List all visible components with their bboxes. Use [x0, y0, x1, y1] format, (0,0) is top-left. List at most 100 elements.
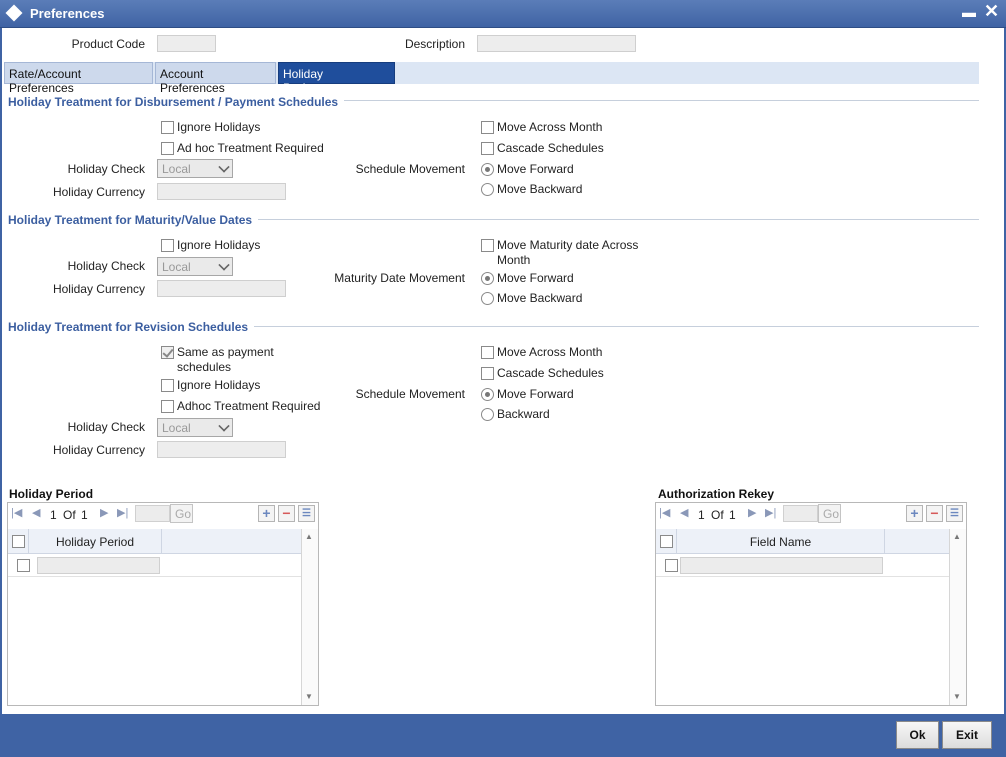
field-name-column-header[interactable]: Field Name [677, 529, 885, 554]
last-page-icon[interactable]: ▶| [117, 506, 128, 519]
rev-move-across-month-label: Move Across Month [497, 345, 603, 359]
holiday-period-column-header[interactable]: Holiday Period [29, 529, 162, 554]
exit-button[interactable]: Exit [942, 721, 992, 749]
page-total: 1 [81, 508, 88, 522]
mat-maturity-movement-label: Maturity Date Movement [334, 271, 465, 285]
disb-cascade-schedules-label: Cascade Schedules [497, 141, 604, 155]
mat-ignore-holidays-label: Ignore Holidays [177, 238, 261, 252]
rev-ignore-holidays-checkbox[interactable] [161, 379, 174, 392]
product-code-label: Product Code [71, 37, 145, 51]
disb-holiday-check-select[interactable]: Local [157, 159, 233, 178]
row-select-checkbox[interactable] [665, 559, 678, 572]
vertical-scrollbar[interactable] [301, 529, 318, 705]
row-select-checkbox[interactable] [17, 559, 30, 572]
page-jump-input[interactable] [135, 505, 170, 522]
disb-ignore-holidays-label: Ignore Holidays [177, 120, 261, 134]
rev-holiday-check-value: Local [162, 421, 191, 435]
tab-rate-account-preferences[interactable]: Rate/Account Preferences [4, 62, 153, 95]
revision-section-title: Holiday Treatment for Revision Schedules [8, 320, 255, 334]
page-number: 1 [50, 508, 57, 522]
disb-move-backward-radio[interactable] [481, 183, 494, 196]
disb-holiday-check-label: Holiday Check [67, 162, 145, 176]
scroll-up-icon[interactable]: ▲ [953, 532, 961, 541]
mat-move-forward-radio[interactable] [481, 272, 494, 285]
product-code-field[interactable] [157, 35, 216, 52]
minimize-icon[interactable]: ▬ [962, 4, 976, 20]
description-field[interactable] [477, 35, 636, 52]
page-total: 1 [729, 508, 736, 522]
disb-schedule-movement-label: Schedule Movement [355, 162, 465, 176]
mat-move-maturity-label-line2: Month [497, 253, 531, 267]
scroll-up-icon[interactable]: ▲ [305, 532, 313, 541]
go-button[interactable]: Go [818, 504, 841, 523]
add-row-icon[interactable]: + [906, 505, 923, 522]
of-label: Of [711, 508, 724, 522]
prev-page-icon[interactable]: ◀ [32, 506, 40, 519]
rev-same-as-payment-checkbox[interactable] [161, 346, 174, 359]
mat-move-backward-radio[interactable] [481, 292, 494, 305]
rev-ignore-holidays-label: Ignore Holidays [177, 378, 261, 392]
rev-backward-radio[interactable] [481, 408, 494, 421]
next-page-icon[interactable]: ▶ [748, 506, 756, 519]
title-bar: Preferences ▬ ✕ [0, 0, 1006, 28]
holiday-period-cell-input[interactable] [37, 557, 160, 574]
disb-adhoc-checkbox[interactable] [161, 142, 174, 155]
go-button[interactable]: Go [170, 504, 193, 523]
disb-move-across-month-checkbox[interactable] [481, 121, 494, 134]
rev-move-forward-radio[interactable] [481, 388, 494, 401]
mat-ignore-holidays-checkbox[interactable] [161, 239, 174, 252]
of-label: Of [63, 508, 76, 522]
chevron-down-icon [218, 420, 230, 432]
mat-holiday-check-value: Local [162, 260, 191, 274]
close-icon[interactable]: ✕ [984, 1, 999, 22]
rev-same-as-payment-label-line1: Same as payment [177, 345, 274, 359]
mat-holiday-currency-field[interactable] [157, 280, 286, 297]
maturity-section-title: Holiday Treatment for Maturity/Value Dat… [8, 213, 259, 227]
rev-holiday-check-select[interactable]: Local [157, 418, 233, 437]
mat-holiday-check-label: Holiday Check [67, 259, 145, 273]
disb-move-forward-radio[interactable] [481, 163, 494, 176]
single-view-icon[interactable]: ☰ [946, 505, 963, 522]
page-jump-input[interactable] [783, 505, 818, 522]
rev-move-forward-label: Move Forward [497, 387, 574, 401]
prev-page-icon[interactable]: ◀ [680, 506, 688, 519]
first-page-icon[interactable]: |◀ [11, 506, 22, 519]
select-all-checkbox[interactable] [660, 535, 673, 548]
rev-backward-label: Backward [497, 407, 550, 421]
first-page-icon[interactable]: |◀ [659, 506, 670, 519]
disb-holiday-currency-field[interactable] [157, 183, 286, 200]
disb-cascade-schedules-checkbox[interactable] [481, 142, 494, 155]
last-page-icon[interactable]: ▶| [765, 506, 776, 519]
mat-move-maturity-across-month-checkbox[interactable] [481, 239, 494, 252]
vertical-scrollbar[interactable] [949, 529, 966, 705]
rev-adhoc-checkbox[interactable] [161, 400, 174, 413]
mat-holiday-check-select[interactable]: Local [157, 257, 233, 276]
field-name-cell-input[interactable] [680, 557, 883, 574]
delete-row-icon[interactable]: − [278, 505, 295, 522]
rev-cascade-schedules-checkbox[interactable] [481, 367, 494, 380]
tab-account-preferences[interactable]: Account Preferences [155, 62, 276, 95]
chevron-down-icon [218, 259, 230, 271]
delete-row-icon[interactable]: − [926, 505, 943, 522]
window-title: Preferences [30, 6, 105, 21]
rev-move-across-month-checkbox[interactable] [481, 346, 494, 359]
add-row-icon[interactable]: + [258, 505, 275, 522]
select-all-checkbox[interactable] [12, 535, 25, 548]
tab-holiday-preferences[interactable]: Holiday Preferences [278, 62, 395, 95]
next-page-icon[interactable]: ▶ [100, 506, 108, 519]
disb-move-across-month-label: Move Across Month [497, 120, 603, 134]
disb-move-forward-label: Move Forward [497, 162, 574, 176]
ok-button[interactable]: Ok [896, 721, 939, 749]
disbursement-section-title: Holiday Treatment for Disbursement / Pay… [8, 95, 345, 109]
single-view-icon[interactable]: ☰ [298, 505, 315, 522]
scroll-down-icon[interactable]: ▼ [305, 692, 313, 701]
disb-holiday-currency-label: Holiday Currency [52, 185, 145, 199]
disb-move-backward-label: Move Backward [497, 182, 583, 196]
rev-holiday-currency-field[interactable] [157, 441, 286, 458]
mat-move-maturity-label-line1: Move Maturity date Across [497, 238, 639, 252]
rev-holiday-check-label: Holiday Check [67, 420, 145, 434]
footer-bar [0, 714, 1006, 757]
disb-ignore-holidays-checkbox[interactable] [161, 121, 174, 134]
scroll-down-icon[interactable]: ▼ [953, 692, 961, 701]
description-label: Description [404, 37, 465, 51]
